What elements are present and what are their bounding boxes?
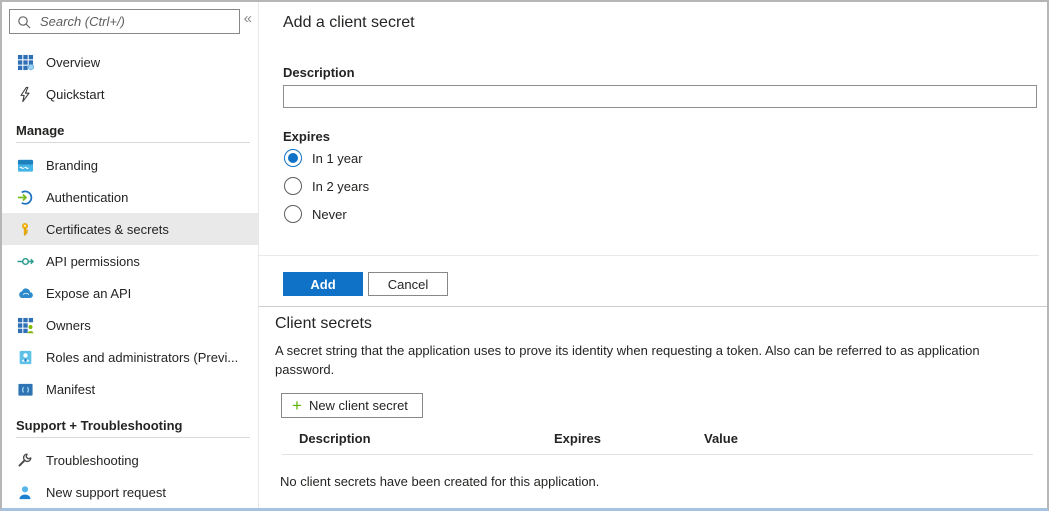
sidebar-item-label: Overview (34, 55, 100, 70)
sidebar-item-label: New support request (34, 485, 166, 500)
sidebar-item-api-permissions[interactable]: API permissions (2, 245, 258, 277)
radio-label: Never (302, 207, 347, 222)
search-icon (16, 14, 32, 30)
expires-label: Expires (283, 129, 1039, 144)
sidebar-item-branding[interactable]: Branding (2, 149, 258, 181)
section-divider (16, 142, 250, 143)
column-header-description: Description (299, 431, 554, 446)
sidebar-item-quickstart[interactable]: Quickstart (2, 78, 258, 110)
authentication-icon (16, 188, 34, 206)
app-window: « Overview (0, 0, 1049, 511)
column-header-expires: Expires (554, 431, 704, 446)
main-content: Add a client secret Description Expires … (259, 2, 1047, 508)
sidebar-item-label: Troubleshooting (34, 453, 139, 468)
section-divider (16, 437, 250, 438)
client-secrets-title: Client secrets (275, 315, 1033, 333)
cancel-button[interactable]: Cancel (368, 272, 448, 296)
sidebar-item-manifest[interactable]: Manifest (2, 373, 258, 405)
add-button[interactable]: Add (283, 272, 363, 296)
sidebar-item-label: Quickstart (34, 87, 105, 102)
sidebar-item-label: Roles and administrators (Previ... (34, 350, 238, 365)
sidebar-search-row: « (2, 2, 258, 34)
sidebar-item-label: Manifest (34, 382, 95, 397)
sidebar-item-certificates-secrets[interactable]: Certificates & secrets (2, 213, 258, 245)
sidebar-section-support: Support + Troubleshooting (2, 405, 258, 435)
sidebar: « Overview (2, 2, 259, 508)
client-secrets-description: A secret string that the application use… (275, 342, 1000, 380)
sidebar-item-roles-administrators[interactable]: Roles and administrators (Previ... (2, 341, 258, 373)
sidebar-item-new-support-request[interactable]: New support request (2, 476, 258, 508)
sidebar-item-label: API permissions (34, 254, 140, 269)
branding-icon (16, 156, 34, 174)
radio-option-in-1-year[interactable]: In 1 year (284, 144, 1039, 172)
overview-grid-icon (16, 53, 34, 71)
sidebar-item-label: Branding (34, 158, 98, 173)
collapse-sidebar-button[interactable]: « (240, 9, 256, 28)
radio-option-never[interactable]: Never (284, 200, 1039, 228)
client-secrets-section: Client secrets A secret string that the … (259, 307, 1047, 508)
table-header-divider (282, 454, 1033, 455)
radio-button (284, 205, 302, 223)
sidebar-item-authentication[interactable]: Authentication (2, 181, 258, 213)
lightning-icon (16, 85, 34, 103)
description-label: Description (283, 65, 1039, 80)
secrets-table-header: Description Expires Value (275, 431, 1033, 446)
api-permissions-icon (16, 252, 34, 270)
new-client-secret-button[interactable]: + New client secret (281, 393, 423, 418)
new-client-secret-label: New client secret (309, 398, 408, 413)
plus-icon: + (292, 397, 302, 414)
radio-button (284, 149, 302, 167)
empty-table-message: No client secrets have been created for … (280, 474, 1033, 489)
radio-button (284, 177, 302, 195)
panel-title: Add a client secret (283, 14, 1039, 32)
wrench-icon (16, 451, 34, 469)
description-input[interactable] (283, 85, 1037, 108)
support-person-icon (16, 483, 34, 501)
sidebar-item-label: Expose an API (34, 286, 131, 301)
add-client-secret-panel: Add a client secret Description Expires … (259, 2, 1047, 307)
radio-option-in-2-years[interactable]: In 2 years (284, 172, 1039, 200)
panel-actions: Add Cancel (283, 256, 1039, 306)
manifest-icon (16, 380, 34, 398)
sidebar-item-owners[interactable]: Owners (2, 309, 258, 341)
sidebar-section-manage: Manage (2, 110, 258, 140)
radio-label: In 1 year (302, 151, 363, 166)
key-icon (16, 220, 34, 238)
sidebar-item-expose-an-api[interactable]: Expose an API (2, 277, 258, 309)
sidebar-item-label: Certificates & secrets (34, 222, 169, 237)
sidebar-item-label: Authentication (34, 190, 128, 205)
sidebar-item-troubleshooting[interactable]: Troubleshooting (2, 444, 258, 476)
sidebar-nav: Overview Quickstart Manage (2, 34, 258, 508)
roles-badge-icon (16, 348, 34, 366)
radio-label: In 2 years (302, 179, 369, 194)
cloud-icon (16, 284, 34, 302)
sidebar-item-overview[interactable]: Overview (2, 46, 258, 78)
sidebar-item-label: Owners (34, 318, 91, 333)
search-input[interactable] (32, 14, 233, 29)
column-header-value: Value (704, 431, 1033, 446)
owners-grid-person-icon (16, 316, 34, 334)
search-box (9, 9, 240, 34)
